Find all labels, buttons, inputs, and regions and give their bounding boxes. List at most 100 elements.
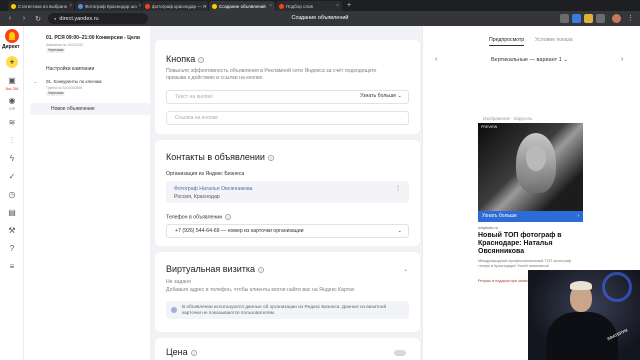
section-title: Контакты в объявлении? xyxy=(166,152,274,162)
close-icon[interactable]: × xyxy=(69,3,72,9)
browser-tab[interactable]: Подбор слов × xyxy=(276,1,342,11)
vcard-section: Виртуальная визитка? ⌄ Не задано Добавьт… xyxy=(155,252,420,332)
ad-title: Новый ТОП фотограф в Краснодаре: Наталья… xyxy=(478,232,562,255)
close-icon[interactable]: × xyxy=(139,3,141,9)
presenter-hair xyxy=(570,281,592,290)
close-icon[interactable]: × xyxy=(336,3,339,9)
prev-arrow-icon[interactable]: ‹ xyxy=(435,56,437,63)
docs-icon[interactable]: ≡ xyxy=(7,262,17,272)
button-section: Кнопка? Повысьте эффективность объявлени… xyxy=(155,40,420,134)
back-button[interactable]: ‹ xyxy=(6,15,14,22)
extension-icon[interactable] xyxy=(584,14,593,23)
vcard-description: Добавьте адрес и телефон, чтобы клиенты … xyxy=(166,287,355,293)
check-icon[interactable]: ✓ xyxy=(7,172,17,182)
photo-face xyxy=(526,145,546,171)
button-action-select[interactable]: Узнать больше ⌄ xyxy=(360,93,402,99)
lightning-icon[interactable]: ϟ xyxy=(7,154,17,164)
campaign-tree-panel: 01. РСЯ 09:00–21:00 Конверсии - Цели Кам… xyxy=(24,26,150,360)
left-rail: Директ + ▣ Вас 256 ◉ 0 ₽ ≋ ⫶ ϟ ✓ ◷ ▤ ⚒ ?… xyxy=(0,26,24,360)
info-notice: В объявлении используются данные об орга… xyxy=(166,301,409,319)
help-icon[interactable]: ? xyxy=(190,349,197,356)
extension-icon[interactable] xyxy=(596,14,605,23)
url-text: direct.yandex.ru xyxy=(59,15,99,22)
ad-text: Международный профессиональный ТОП фотог… xyxy=(478,259,572,268)
campaign-name[interactable]: 01. РСЯ 09:00–21:00 Конверсии - Цели xyxy=(46,35,150,41)
tools-icon[interactable]: ⚒ xyxy=(7,226,17,236)
profile-avatar-icon[interactable] xyxy=(612,14,621,23)
briefcase-icon[interactable]: ▤ xyxy=(7,208,17,218)
more-options-icon[interactable]: ⋮ xyxy=(395,185,401,192)
reload-button[interactable]: ↻ xyxy=(34,15,42,23)
webcam-overlay: ЭФАТЕРУМ xyxy=(528,270,640,360)
url-input[interactable]: ● direct.yandex.ru xyxy=(48,13,148,24)
tab-label: Статистика по выбранн xyxy=(18,3,68,9)
ad-cta-button[interactable]: Узнать больше › xyxy=(478,211,583,222)
preview-variant-select[interactable]: Вертикальные — вариант 1 ⌄ xyxy=(491,57,568,63)
stats-icon[interactable]: ≋ xyxy=(7,118,17,128)
vcard-status: Не задано xyxy=(166,279,191,285)
coins-icon[interactable]: ◉ xyxy=(7,96,17,106)
browser-tab[interactable]: Фотограф Краснодар шо × xyxy=(75,1,141,11)
help-icon[interactable]: ? xyxy=(198,56,205,63)
help-icon[interactable]: ? xyxy=(7,244,17,254)
tab-favicon-icon xyxy=(11,3,16,9)
section-title: Виртуальная визитка? xyxy=(166,264,264,274)
forward-button[interactable]: › xyxy=(20,15,28,22)
help-icon[interactable]: ? xyxy=(257,266,264,273)
price-section: Цена? xyxy=(155,338,420,360)
image-caption: Изображение · Карусель xyxy=(483,116,533,121)
extension-icon[interactable] xyxy=(560,14,569,23)
address-bar: ‹ › ↻ ● direct.yandex.ru Создание объявл… xyxy=(0,11,640,26)
add-button[interactable]: + xyxy=(6,56,18,68)
price-toggle[interactable] xyxy=(394,350,406,356)
image-brand: PREVIEW xyxy=(481,125,498,129)
tab-label: Фотограф Краснодар шо xyxy=(85,3,137,9)
group-name[interactable]: 01. Конкуренты по ключам xyxy=(46,79,150,85)
chevron-down-icon: ⌄ xyxy=(397,228,402,234)
tab-label: фотограф краснодар — Я xyxy=(152,3,207,9)
close-icon[interactable]: × xyxy=(269,3,272,9)
extension-icon[interactable] xyxy=(572,14,581,23)
status-badge: Черновик xyxy=(46,48,66,53)
balance-badge: Вас 256 xyxy=(5,87,19,91)
browser-tab[interactable]: фотограф краснодар — Я × xyxy=(142,1,208,11)
ring-light xyxy=(602,272,632,302)
yandex-direct-logo-icon[interactable] xyxy=(5,29,19,43)
section-description: Повысьте эффективность объявления в Рекл… xyxy=(166,68,377,81)
chevron-down-icon: ⌄ xyxy=(563,57,568,63)
browser-tabbar: Статистика по выбранн × Фотограф Краснод… xyxy=(0,0,640,11)
chevron-right-icon: › xyxy=(577,213,579,219)
tab-preview[interactable]: Предпросмотр xyxy=(489,37,525,46)
menu-dots-icon[interactable]: ⋮ xyxy=(626,14,635,23)
tab-favicon-icon xyxy=(145,3,150,9)
balance-value: 0 ₽ xyxy=(9,107,15,111)
campaign-number: Кампания № 00222032 xyxy=(46,43,84,47)
tab-favicon-icon xyxy=(212,3,217,9)
info-icon xyxy=(171,307,177,313)
chart-icon[interactable]: ⫶ xyxy=(7,136,17,146)
collapse-icon[interactable]: – xyxy=(34,80,37,86)
ad-image: PREVIEW xyxy=(478,123,583,211)
wallet-icon[interactable]: ▣ xyxy=(7,76,17,86)
browser-tab-active[interactable]: Создание объявлений × xyxy=(209,1,275,11)
organization-card[interactable]: Фотограф Наталья Овсянникова Россия, Кра… xyxy=(166,181,409,203)
clock-icon[interactable]: ◷ xyxy=(7,190,17,200)
phone-select[interactable]: +7 (926) 544-64-69 — номер из карточки о… xyxy=(166,224,409,238)
page-title: Создание объявлений xyxy=(291,15,349,21)
next-arrow-icon[interactable]: › xyxy=(621,56,623,63)
tab-label: Создание объявлений xyxy=(219,3,266,9)
button-link-input[interactable]: Ссылка на кнопке xyxy=(166,111,409,125)
tab-favicon-icon xyxy=(78,3,83,9)
help-icon[interactable]: ? xyxy=(267,154,274,161)
new-ad-item[interactable]: Новое объявление xyxy=(30,103,150,115)
help-icon[interactable]: ? xyxy=(225,214,232,220)
new-tab-button[interactable]: + xyxy=(343,1,355,11)
browser-tab[interactable]: Статистика по выбранн × xyxy=(8,1,74,11)
organization-name[interactable]: Фотограф Наталья Овсянникова xyxy=(174,186,253,192)
ad-domain: ovsphoto.ru xyxy=(478,226,498,230)
group-number: Группа № 5200030895 xyxy=(46,86,83,90)
chevron-down-icon: ⌄ xyxy=(397,93,402,99)
chevron-down-icon[interactable]: ⌄ xyxy=(403,266,408,273)
tab-show-conditions[interactable]: Условие показа xyxy=(535,37,573,43)
campaign-settings-link[interactable]: Настройки кампании xyxy=(46,66,94,72)
